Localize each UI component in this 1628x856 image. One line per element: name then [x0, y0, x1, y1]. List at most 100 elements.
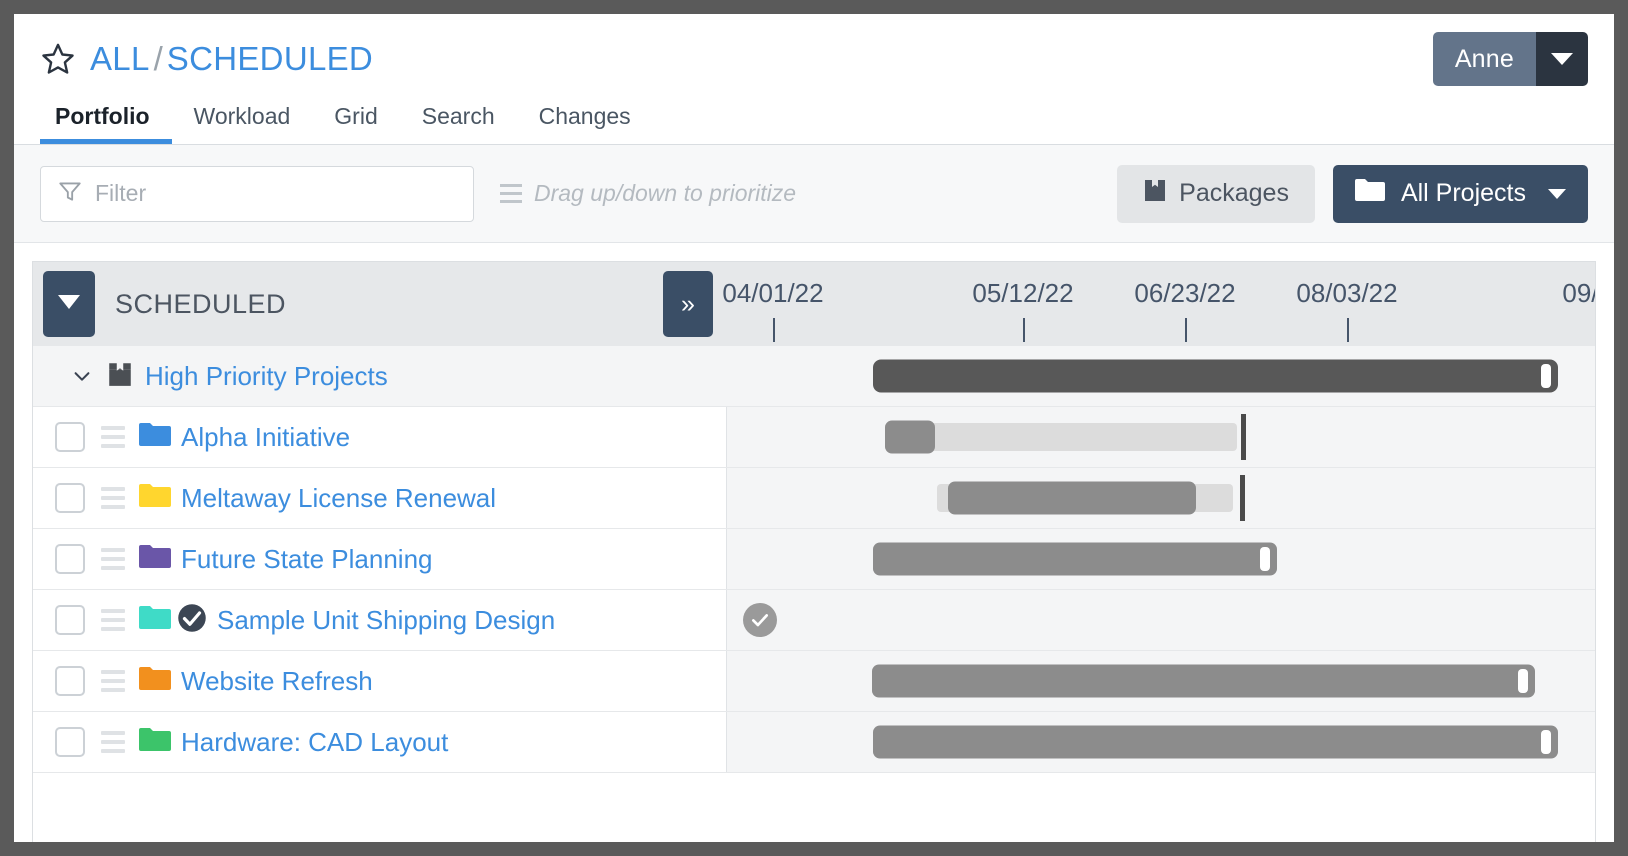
timeline-tick-mark — [773, 318, 775, 342]
gantt-bar-progress[interactable] — [873, 726, 1558, 759]
row-checkbox[interactable] — [55, 727, 85, 757]
drag-handle-icon[interactable] — [101, 426, 125, 448]
row-checkbox[interactable] — [55, 483, 85, 513]
gantt-header: SCHEDULED » 04/01/2205/12/2206/23/2208/0… — [33, 262, 1595, 346]
timeline-tick-label: 06/23/22 — [1134, 278, 1235, 309]
gantt-end-handle[interactable] — [1518, 669, 1528, 693]
toolbar: Filter Drag up/down to prioritize Packag… — [14, 145, 1614, 243]
tab-changes-label: Changes — [539, 103, 631, 129]
row-left: Website Refresh — [33, 651, 727, 711]
timeline-tick-mark — [1347, 318, 1349, 342]
user-name-label[interactable]: Anne — [1433, 32, 1536, 86]
filter-box[interactable]: Filter — [40, 166, 474, 222]
gantt-bar-progress[interactable] — [872, 665, 1535, 698]
row-checkbox[interactable] — [55, 666, 85, 696]
folder-icon — [139, 666, 171, 697]
tab-portfolio-label: Portfolio — [55, 103, 150, 129]
row-checkbox[interactable] — [55, 422, 85, 452]
folder-icon — [139, 544, 171, 575]
tab-grid-label: Grid — [334, 103, 377, 129]
row-left: Hardware: CAD Layout — [33, 712, 727, 772]
all-projects-button[interactable]: All Projects — [1333, 165, 1588, 223]
gantt-group-name[interactable]: High Priority Projects — [145, 361, 388, 392]
row-left: Future State Planning — [33, 529, 727, 589]
breadcrumb-current[interactable]: SCHEDULED — [167, 40, 373, 78]
gantt-bar-progress[interactable] — [873, 543, 1277, 576]
breadcrumb-separator: / — [154, 40, 163, 78]
user-menu-chevron-down-icon[interactable] — [1536, 32, 1588, 86]
page-header: ALL / SCHEDULED Anne Portfolio Workload … — [14, 14, 1614, 145]
gantt-track — [727, 651, 1595, 711]
drag-handle-icon[interactable] — [101, 609, 125, 631]
gantt-track — [727, 468, 1595, 528]
tab-search[interactable]: Search — [400, 103, 517, 144]
chevron-down-glyph — [1551, 53, 1573, 65]
drag-handle-icon[interactable] — [101, 487, 125, 509]
folder-icon — [139, 727, 171, 758]
tab-grid[interactable]: Grid — [312, 103, 399, 144]
gantt-end-handle[interactable] — [1541, 364, 1551, 388]
breadcrumb: ALL / SCHEDULED — [14, 14, 1614, 86]
collapse-scheduled-button[interactable] — [43, 271, 95, 337]
funnel-icon — [57, 178, 83, 209]
gantt-panel: SCHEDULED » 04/01/2205/12/2206/23/2208/0… — [32, 261, 1596, 842]
gantt-group-row-left: High Priority Projects — [33, 346, 727, 406]
completed-check-icon — [177, 603, 207, 638]
timeline-tick-label: 05/12/22 — [972, 278, 1073, 309]
table-row: Website Refresh — [33, 651, 1595, 712]
project-name-link[interactable]: Alpha Initiative — [181, 422, 350, 453]
chevron-down-icon[interactable] — [71, 365, 93, 387]
folder-icon — [139, 483, 171, 514]
gantt-bar-total[interactable] — [885, 423, 1237, 451]
favorite-star-icon[interactable] — [40, 41, 76, 77]
gantt-rows: High Priority Projects Alpha Initiative Me… — [33, 346, 1595, 773]
folder-icon — [139, 605, 171, 636]
folder-icon — [139, 422, 171, 453]
gantt-bar-progress[interactable] — [885, 421, 935, 454]
drag-handle-icon[interactable] — [101, 670, 125, 692]
drag-hint: Drag up/down to prioritize — [500, 180, 796, 207]
timeline-tick-mark — [1185, 318, 1187, 342]
toolbar-right: Packages All Projects — [1117, 165, 1588, 223]
gantt-deadline-marker[interactable] — [1240, 475, 1245, 521]
timeline-axis: 04/01/2205/12/2206/23/2208/03/2209/13/22 — [727, 262, 1595, 346]
user-menu[interactable]: Anne — [1433, 32, 1588, 86]
all-projects-label: All Projects — [1401, 179, 1526, 208]
project-name-link[interactable]: Hardware: CAD Layout — [181, 727, 448, 758]
gantt-bar-progress[interactable] — [948, 482, 1196, 515]
app-window: ALL / SCHEDULED Anne Portfolio Workload … — [14, 14, 1614, 842]
gantt-end-handle[interactable] — [1260, 547, 1270, 571]
package-icon — [107, 360, 133, 393]
project-name-link[interactable]: Meltaway License Renewal — [181, 483, 496, 514]
gantt-deadline-marker[interactable] — [1241, 414, 1246, 460]
table-row: Hardware: CAD Layout — [33, 712, 1595, 773]
project-name-link[interactable]: Sample Unit Shipping Design — [217, 605, 555, 636]
packages-button[interactable]: Packages — [1117, 165, 1315, 223]
row-checkbox[interactable] — [55, 544, 85, 574]
project-name-link[interactable]: Future State Planning — [181, 544, 433, 575]
row-checkbox[interactable] — [55, 605, 85, 635]
project-name-link[interactable]: Website Refresh — [181, 666, 373, 697]
drag-handle-icon[interactable] — [101, 731, 125, 753]
tab-changes[interactable]: Changes — [517, 103, 653, 144]
drag-handle-icon[interactable] — [101, 548, 125, 570]
filter-input[interactable]: Filter — [95, 180, 146, 207]
table-row: Sample Unit Shipping Design — [33, 590, 1595, 651]
gantt-group-title: SCHEDULED — [115, 289, 286, 320]
packages-label: Packages — [1179, 179, 1289, 208]
gantt-end-handle[interactable] — [1541, 730, 1551, 754]
tab-portfolio[interactable]: Portfolio — [40, 103, 172, 144]
row-left: Sample Unit Shipping Design — [33, 590, 727, 650]
caret-down-icon — [58, 295, 80, 314]
milestone-complete-icon[interactable] — [743, 603, 777, 637]
breadcrumb-root[interactable]: ALL — [90, 40, 150, 78]
all-projects-caret-down-icon — [1548, 189, 1566, 199]
hamburger-icon — [500, 184, 522, 203]
gantt-summary-bar[interactable] — [873, 360, 1558, 393]
expand-timeline-button[interactable]: » — [663, 271, 713, 337]
package-icon — [1143, 177, 1167, 210]
timeline-tick-mark — [1023, 318, 1025, 342]
tab-workload[interactable]: Workload — [172, 103, 313, 144]
tab-search-label: Search — [422, 103, 495, 129]
folder-icon — [1355, 178, 1385, 209]
